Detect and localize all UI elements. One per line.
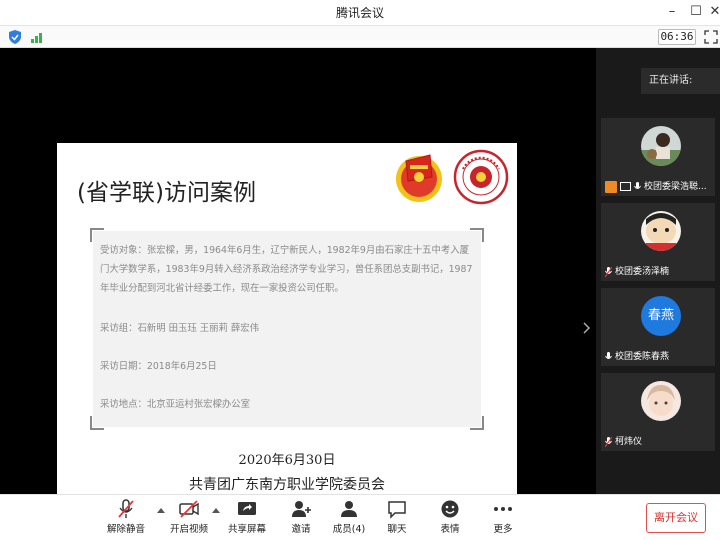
leave-meeting-button[interactable]: 离开会议 [646, 503, 706, 533]
start-video-button[interactable]: 开启视频 [161, 499, 217, 539]
participant-tile[interactable]: 春燕 校团委陈春燕 [601, 288, 715, 366]
participant-tile[interactable]: 柯炜仪 [601, 373, 715, 451]
fullscreen-icon[interactable] [704, 30, 718, 44]
college-league-seal [453, 149, 509, 205]
mic-icon [634, 181, 641, 189]
close-button[interactable]: ✕ [704, 2, 720, 22]
host-badge-icon [605, 180, 617, 193]
frame-corner [90, 416, 104, 430]
interview-date: 采访日期：2018年6月25日 [100, 361, 217, 372]
interview-team: 采访组：石新明 田玉珏 王丽莉 薛宏伟 [100, 323, 259, 334]
slide-organization: 共青团广东南方职业学院委员会 [189, 477, 385, 493]
more-button[interactable]: 更多 [475, 499, 531, 539]
app-title: 腾讯会议 [335, 6, 384, 20]
signal-icon[interactable] [31, 32, 45, 43]
shared-screen-area: (省学联)访问案例 受访对象：张宏樑，男，1964年6月生，辽宁新民人，1982… [0, 48, 596, 519]
speaking-indicator: 正在讲话: [641, 68, 720, 94]
chat-button[interactable]: 聊天 [369, 499, 425, 539]
unmute-label: 解除静音 [106, 524, 145, 535]
presentation-slide: (省学联)访问案例 受访对象：张宏樑，男，1964年6月生，辽宁新民人，1982… [57, 143, 517, 519]
avatar [641, 381, 681, 421]
start-video-label: 开启视频 [169, 524, 208, 535]
participant-tile[interactable]: 校团委汤泽楠 [601, 203, 715, 281]
participant-name-bar: 校团委梁浩聪... [601, 180, 711, 194]
title-bar: 腾讯会议 – ☐ ✕ [0, 0, 720, 26]
screen-share-icon [620, 182, 631, 191]
share-screen-button[interactable]: 共享屏幕 [219, 499, 275, 539]
chevron-right-icon[interactable] [583, 322, 591, 334]
frame-corner [90, 228, 104, 242]
chat-icon [388, 501, 406, 519]
youth-league-logo [396, 154, 442, 202]
interviewee-paragraph: 受访对象：张宏樑，男，1964年6月生，辽宁新民人，1982年9月由石家庄十五中… [100, 245, 473, 294]
slide-date: 2020年6月30日 [238, 453, 336, 468]
shield-icon[interactable] [9, 30, 21, 44]
unmute-button[interactable]: 解除静音 [98, 499, 154, 539]
avatar [641, 211, 681, 251]
avatar [641, 126, 681, 166]
more-label: 更多 [493, 524, 513, 535]
share-screen-label: 共享屏幕 [227, 524, 266, 535]
invite-user-icon [292, 501, 311, 517]
participant-name-bar: 校团委汤泽楠 [601, 265, 711, 279]
slide-title: (省学联)访问案例 [77, 180, 256, 206]
emoji-label: 表情 [440, 524, 460, 535]
frame-corner [470, 416, 484, 430]
mic-muted-icon [605, 436, 612, 447]
interview-info-box: 受访对象：张宏樑，男，1964年6月生，辽宁新民人，1982年9月由石家庄十五中… [90, 228, 484, 430]
members-icon [341, 501, 357, 517]
more-icon [494, 507, 512, 511]
avatar: 春燕 [641, 296, 681, 336]
participant-name: 校团委梁浩聪... [644, 182, 707, 192]
minimize-button[interactable]: – [661, 2, 683, 22]
participant-name-bar: 校团委陈春燕 [601, 350, 711, 364]
participant-name: 校团委汤泽楠 [615, 267, 670, 277]
participants-panel: 正在讲话: 校团委梁浩聪... 校团委汤泽楠 春燕 校团委陈春燕 柯炜仪 [596, 48, 720, 494]
video-off-icon [179, 500, 199, 518]
participant-tile[interactable]: 校团委梁浩聪... [601, 118, 715, 196]
emoji-icon [441, 500, 459, 518]
mic-icon [605, 351, 612, 359]
share-screen-icon [238, 502, 256, 515]
emoji-button[interactable]: 表情 [422, 499, 478, 539]
meeting-toolbar: 解除静音 开启视频 共享屏幕 邀请 成员(4) 聊天 表情 更多 离开会议 [0, 494, 720, 540]
mic-muted-icon [605, 266, 612, 277]
participant-name: 校团委陈春燕 [615, 352, 670, 362]
meeting-timer: 06:36 [658, 29, 696, 45]
participant-name: 柯炜仪 [615, 437, 643, 447]
chat-label: 聊天 [387, 524, 407, 535]
participant-name-bar: 柯炜仪 [601, 435, 711, 449]
frame-corner [470, 228, 484, 242]
interview-location: 采访地点：北京亚运村张宏樑办公室 [100, 399, 251, 410]
info-bar: 06:36 [0, 26, 720, 48]
mic-muted-icon [118, 499, 134, 518]
